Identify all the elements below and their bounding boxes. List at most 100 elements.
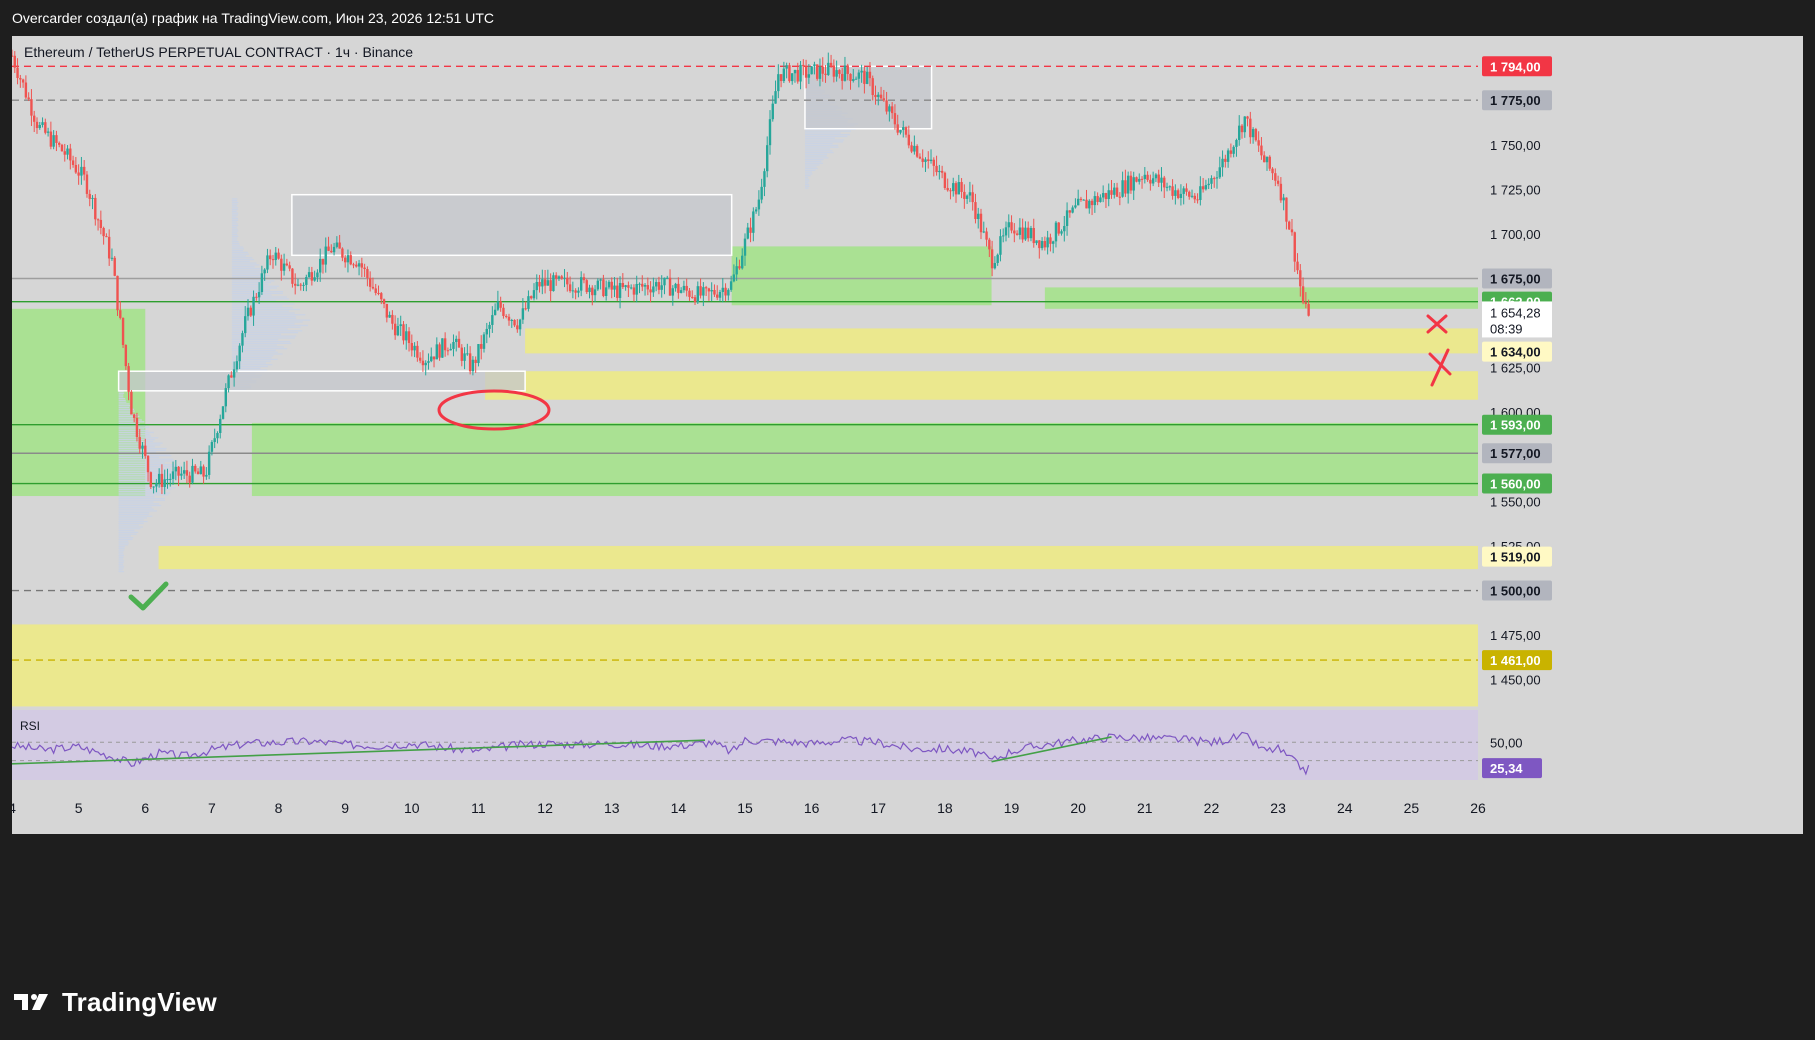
time-tick-label: 20 [1070,800,1086,816]
candle-body [643,285,647,287]
candle-body [30,99,33,116]
volume-bar [804,173,813,175]
green-zone [731,246,992,306]
candle-body [910,145,913,152]
candle-body [554,275,558,279]
candle-body [1171,186,1174,196]
candle-body [979,213,983,233]
volume-bar [118,506,152,509]
volume-bar [231,280,275,282]
candle-body [552,275,555,292]
time-tick-label: 24 [1337,800,1353,816]
volume-bar [231,233,238,236]
price-tick-label: 1 750,00 [1490,138,1541,153]
candle-body [521,308,525,320]
candle-body [888,106,891,112]
candle-body [138,437,141,449]
candle-body [1149,179,1152,184]
candle-body [1138,178,1141,182]
candle-body [324,246,327,265]
candle-body [316,272,319,278]
volume-bar [118,565,125,567]
brand-logo[interactable]: TradingView [14,986,217,1018]
candle-body [396,326,400,336]
candle-body [996,254,999,263]
candle-body [313,277,316,281]
volume-bar [804,146,839,148]
candle-body [1204,185,1208,190]
candle-body [571,290,575,292]
candle-body [16,67,19,78]
candle-body [399,324,402,327]
candle-body [782,68,786,82]
candle-body [785,65,788,69]
candle-body [1090,200,1094,206]
candle-body [1110,190,1113,195]
candle-body [332,246,336,253]
volume-bar [118,526,143,528]
price-label-text: 1 675,00 [1490,271,1541,286]
volume-bar [804,151,834,154]
candle-body [1182,188,1185,194]
candle-body [1107,190,1110,200]
candle-body [196,471,200,475]
volume-bar [118,528,141,530]
candle-body [604,287,608,296]
volume-bar [118,417,136,419]
candle-body [27,97,30,100]
chart-caption: Overcarder создал(а) график на TradingVi… [0,0,1815,36]
candle-body [263,269,266,274]
candle-body [593,289,597,296]
volume-bar [804,130,851,132]
volume-bar [231,258,255,261]
candle-body [1054,222,1058,242]
volume-bar [118,553,124,555]
candle-body [327,246,330,251]
candle-body [257,292,261,298]
volume-bar [118,512,150,514]
candle-body [832,65,836,77]
chart-canvas[interactable]: 1 750,001 725,001 700,001 625,001 600,00… [12,36,1803,966]
candle-body [818,66,822,79]
time-axis[interactable]: 4 5 6 7 8 9 10 11 12 13 14 15 16 17 18 19 20 21 22 23 24 25 26 [12,780,1803,966]
volume-bar [231,305,283,307]
candle-body [1099,197,1102,202]
candle-body [1221,158,1224,168]
candle-body [1238,125,1241,140]
volume-bar [231,253,250,255]
candle-body [568,284,572,292]
candle-body [371,286,375,289]
volume-bar [804,171,813,173]
candle-body [335,242,339,247]
candle-body [132,414,136,418]
candle-body [1263,155,1266,163]
volume-bar [231,228,238,230]
volume-bar [118,497,165,500]
volume-bar [118,412,133,414]
candle-body [1129,175,1133,191]
candle-body [24,82,28,98]
candle-body [468,353,472,372]
candle-body [699,286,702,296]
candle-body [288,265,291,269]
candle-body [696,286,699,303]
candle-body [416,345,419,358]
candle-body [41,122,44,125]
candle-body [638,283,641,285]
candle-body [679,290,683,293]
candle-body [649,289,652,293]
candle-body [582,277,586,281]
candle-body [1193,195,1196,200]
time-tick-label: 14 [671,800,687,816]
volume-bar [231,198,238,200]
candle-body [1285,197,1288,222]
candle-body [1002,235,1005,237]
candle-body [993,262,997,269]
candle-body [1246,116,1249,119]
symbol-title[interactable]: Ethereum / TetherUS PERPETUAL CONTRACT ·… [24,44,413,60]
volume-bar [118,392,125,394]
candle-body [1113,187,1116,195]
volume-bar [118,426,150,428]
volume-bar [231,349,276,352]
candle-body [815,64,819,79]
